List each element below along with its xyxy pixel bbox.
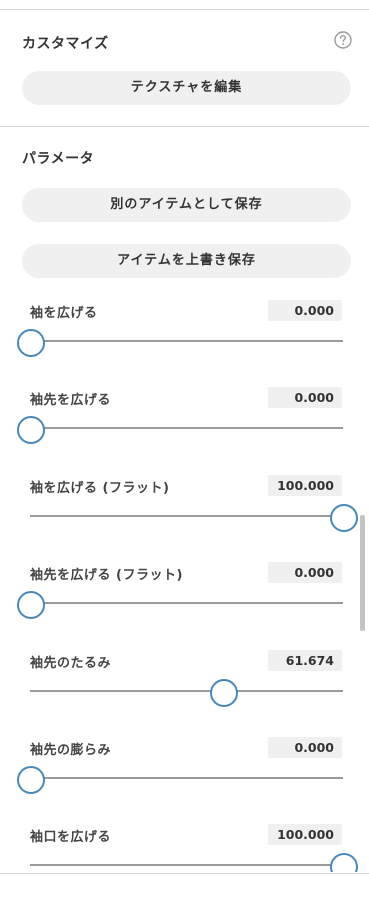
slider-thumb[interactable] [17, 591, 45, 619]
param-slider[interactable] [30, 848, 358, 872]
param-value-input[interactable] [268, 562, 342, 583]
slider-thumb[interactable] [17, 329, 45, 357]
param-sleeve-tip-widen: 袖先を広げる [0, 387, 369, 469]
param-value-input[interactable] [268, 475, 342, 496]
param-label: 袖先のたるみ [30, 656, 112, 671]
slider-thumb[interactable] [210, 679, 239, 707]
param-sleeve-tip-slack: 袖先のたるみ [0, 650, 369, 732]
parameter-list: 袖を広げる 袖先を広げる 袖を広げる (フラット) 袖先を広げる [0, 290, 369, 872]
slider-thumb[interactable] [330, 853, 358, 872]
param-sleeve-tip-puff: 袖先の膨らみ [0, 737, 369, 819]
customize-panel: カスタマイズ テクスチャを編集 パラメータ 別のアイテムとして保存 アイテムを上… [0, 0, 369, 902]
slider-track [30, 690, 343, 692]
slider-track [30, 340, 343, 342]
slider-track [30, 515, 343, 517]
edit-texture-button[interactable]: テクスチャを編集 [22, 71, 351, 105]
param-slider[interactable] [17, 586, 343, 619]
param-label: 袖先を広げる [30, 393, 112, 408]
slider-thumb[interactable] [17, 416, 45, 444]
param-label: 袖を広げる [30, 306, 98, 321]
param-value-input[interactable] [268, 387, 342, 408]
param-sleeve-tip-widen-flat: 袖先を広げる (フラット) [0, 562, 369, 644]
bottom-divider [0, 873, 369, 874]
slider-thumb[interactable] [330, 504, 358, 532]
customize-section-title: カスタマイズ [22, 36, 109, 52]
question-circle-icon[interactable] [334, 31, 352, 49]
slider-track [30, 602, 343, 604]
slider-track [30, 777, 343, 779]
param-label: 袖先の膨らみ [30, 743, 112, 758]
param-slider[interactable] [17, 761, 343, 794]
top-divider [0, 9, 369, 10]
param-cuff-widen: 袖口を広げる [0, 824, 369, 872]
section-divider [0, 126, 369, 127]
parameters-section-title: パラメータ [22, 151, 95, 167]
param-value-input[interactable] [268, 650, 342, 671]
param-slider[interactable] [30, 674, 343, 707]
scrollbar-thumb[interactable] [360, 515, 365, 631]
param-slider[interactable] [30, 499, 358, 532]
save-as-new-item-button[interactable]: 別のアイテムとして保存 [22, 188, 351, 222]
param-label: 袖先を広げる (フラット) [30, 568, 183, 583]
slider-thumb[interactable] [17, 766, 45, 794]
param-label: 袖口を広げる [30, 830, 112, 845]
param-sleeve-widen-flat: 袖を広げる (フラット) [0, 475, 369, 557]
slider-track [30, 864, 343, 866]
slider-track [30, 427, 343, 429]
param-slider[interactable] [17, 411, 343, 444]
param-value-input[interactable] [268, 824, 342, 845]
param-slider[interactable] [17, 324, 343, 357]
overwrite-item-button[interactable]: アイテムを上書き保存 [22, 244, 351, 278]
param-value-input[interactable] [268, 300, 342, 321]
param-value-input[interactable] [268, 737, 342, 758]
param-label: 袖を広げる (フラット) [30, 481, 170, 496]
param-sleeve-widen: 袖を広げる [0, 300, 369, 382]
